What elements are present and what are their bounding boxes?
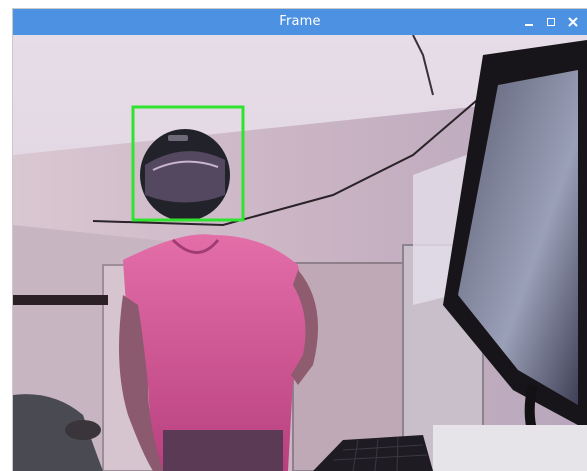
camera-frame-image — [13, 35, 587, 471]
frame-window: Frame — [13, 9, 587, 471]
maximize-icon[interactable] — [545, 16, 557, 28]
dark-strip — [13, 295, 108, 305]
window-controls — [523, 9, 579, 35]
helmet-visor — [145, 151, 225, 203]
background-person-head — [65, 420, 101, 440]
titlebar[interactable]: Frame — [13, 9, 587, 35]
close-icon[interactable] — [567, 16, 579, 28]
desk-surface — [433, 425, 587, 471]
minimize-icon[interactable] — [523, 16, 535, 28]
person-trousers — [163, 430, 283, 471]
helmet-vent — [168, 135, 188, 141]
window-title: Frame — [279, 14, 321, 29]
camera-frame — [13, 35, 587, 471]
